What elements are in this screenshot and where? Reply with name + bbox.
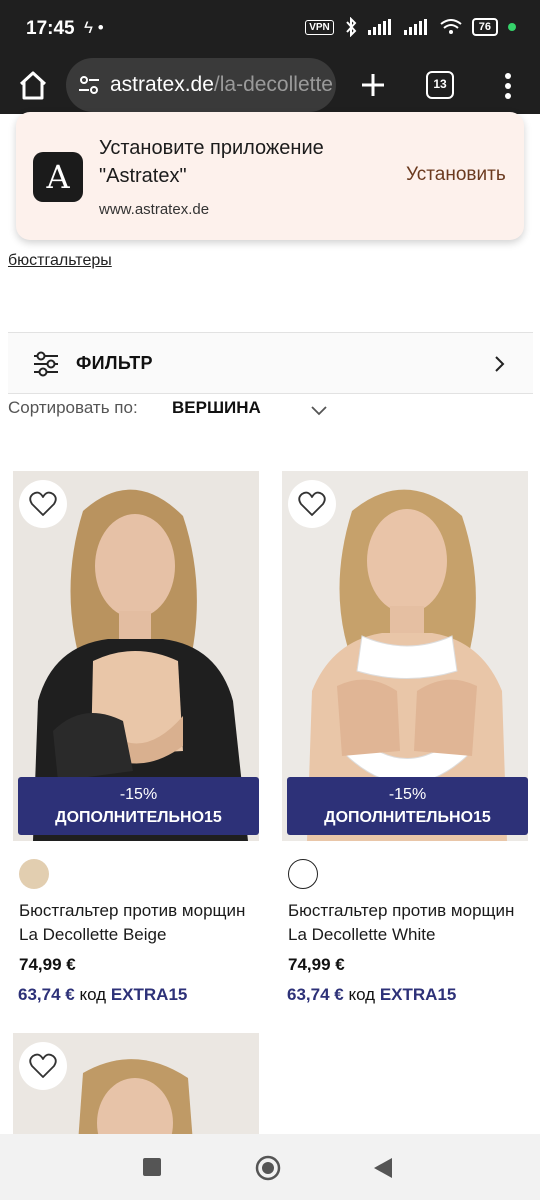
promo-code: ДОПОЛНИТЕЛЬНО15: [55, 809, 222, 826]
color-swatch-white[interactable]: [288, 859, 318, 889]
promo-badge: -15% ДОПОЛНИТЕЛЬНО15: [287, 777, 528, 835]
browser-toolbar: astratex.de/la-decollette 13: [0, 58, 540, 114]
vpn-icon: VPN: [305, 19, 334, 35]
wishlist-button[interactable]: [288, 480, 336, 528]
charging-icon: ϟ •: [84, 18, 104, 37]
privacy-indicator: [508, 23, 516, 31]
sale-amount: 63,74 €: [18, 985, 75, 1004]
discount-code: EXTRA15: [379, 985, 457, 1004]
product-sale-price: 63,74 € код EXTRA15: [18, 985, 187, 1005]
product-image[interactable]: -15% ДОПОЛНИТЕЛЬНО15: [282, 471, 528, 841]
web-page: бюстгальтеры ФИЛЬТР Сортировать по: ВЕРШ…: [0, 114, 540, 1134]
filter-sliders-icon: [34, 351, 58, 377]
wishlist-button[interactable]: [19, 1042, 67, 1090]
product-price: 74,99 €: [19, 955, 76, 974]
signal-icon-2: [403, 19, 427, 35]
product-card[interactable]: -15% ДОПОЛНИТЕЛЬНО15 Бюстгальтер против …: [282, 471, 528, 1031]
product-image[interactable]: -15% ДОПОЛНИТЕЛЬНО15: [13, 471, 259, 841]
status-time: 17:45: [26, 18, 75, 39]
home-nav-button[interactable]: [254, 1154, 282, 1182]
promo-discount: -15%: [119, 786, 158, 803]
back-button[interactable]: [372, 1156, 394, 1180]
url-text[interactable]: astratex.de/la-decollette: [110, 73, 333, 97]
discount-code: EXTRA15: [110, 985, 188, 1004]
product-card[interactable]: [13, 1033, 259, 1134]
url-domain: astratex.de: [110, 73, 214, 96]
product-name[interactable]: Бюстгальтер против морщин La Decollette …: [19, 899, 259, 947]
banner-title: Установите приложение "Astratex": [99, 137, 324, 187]
status-icons: VPN 76: [305, 17, 516, 37]
recents-button[interactable]: [142, 1157, 162, 1177]
product-price: 74,99 €: [288, 955, 345, 974]
promo-discount: -15%: [388, 786, 427, 803]
filter-button[interactable]: ФИЛЬТР: [8, 332, 533, 394]
home-icon: [19, 71, 47, 100]
sale-amount: 63,74 €: [287, 985, 344, 1004]
banner-url: www.astratex.de: [99, 201, 210, 218]
tab-switcher-button[interactable]: 13: [426, 71, 454, 99]
breadcrumb-link-bras[interactable]: бюстгальтеры: [8, 252, 112, 270]
wishlist-button[interactable]: [19, 480, 67, 528]
system-nav-bar: [0, 1134, 540, 1200]
install-button[interactable]: Установить: [406, 164, 506, 186]
new-tab-button[interactable]: [354, 66, 392, 104]
product-sale-price: 63,74 € код EXTRA15: [287, 985, 456, 1005]
heart-icon: [298, 491, 326, 516]
wifi-icon: [440, 19, 462, 34]
heart-icon: [29, 491, 57, 516]
heart-icon: [29, 1053, 57, 1078]
sort-label: Сортировать по:: [8, 398, 138, 417]
more-menu-button[interactable]: [496, 70, 520, 102]
code-label: код: [79, 985, 107, 1004]
bluetooth-icon: [346, 17, 357, 37]
product-image[interactable]: [13, 1033, 259, 1134]
sort-dropdown[interactable]: ВЕРШИНА: [172, 398, 261, 418]
signal-icon: [367, 19, 391, 35]
address-bar[interactable]: astratex.de/la-decollette: [66, 58, 336, 112]
chevron-right-icon: [495, 356, 505, 372]
more-vert-icon: [505, 73, 511, 99]
status-bar: 17:45 ϟ • VPN 76: [0, 0, 540, 58]
filter-label: ФИЛЬТР: [76, 353, 153, 373]
url-path: /la-decollette: [213, 73, 333, 96]
product-card[interactable]: -15% ДОПОЛНИТЕЛЬНО15 Бюстгальтер против …: [13, 471, 259, 1031]
product-name[interactable]: Бюстгальтер против морщин La Decollette …: [288, 899, 528, 947]
promo-badge: -15% ДОПОЛНИТЕЛЬНО15: [18, 777, 259, 835]
home-button[interactable]: [14, 68, 52, 104]
site-settings-icon[interactable]: [78, 74, 100, 96]
battery-icon: 76: [471, 18, 498, 36]
app-icon: A: [33, 152, 83, 202]
promo-code: ДОПОЛНИТЕЛЬНО15: [324, 809, 491, 826]
code-label: код: [348, 985, 376, 1004]
chevron-down-icon[interactable]: [310, 404, 328, 416]
color-swatch-beige[interactable]: [19, 859, 49, 889]
plus-icon: [362, 74, 384, 96]
install-app-banner[interactable]: A Установите приложение "Astratex" www.a…: [16, 112, 524, 240]
